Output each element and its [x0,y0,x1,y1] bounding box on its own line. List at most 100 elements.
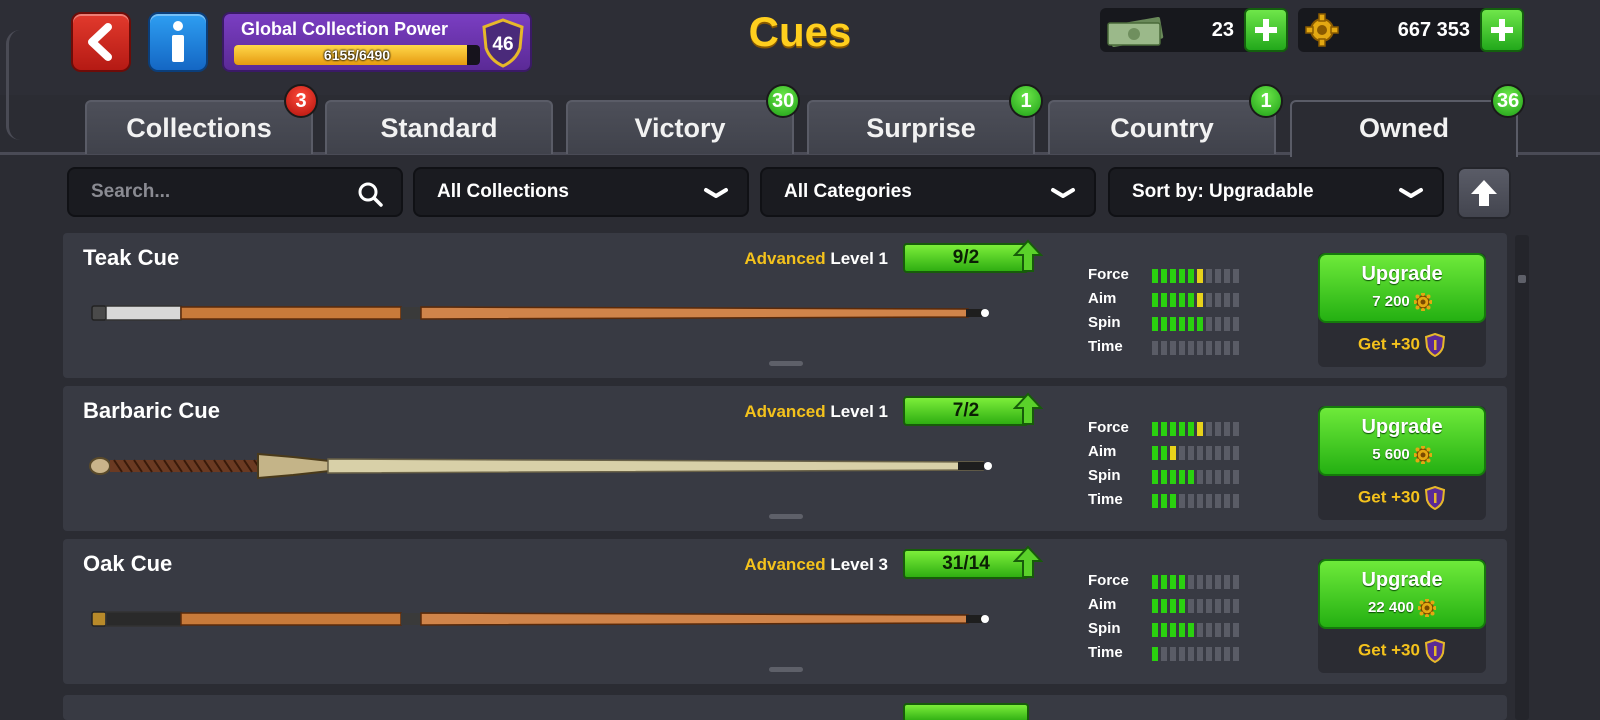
power-shield-icon [1424,485,1446,511]
stat-label-spin: Spin [1088,467,1121,484]
collection-power-panel[interactable]: Global Collection Power 6155/6490 46 [222,12,532,72]
upgrade-price: 22 400 [1320,599,1484,618]
rarity-label: Advanced [744,402,826,421]
stat-segment [1206,446,1212,460]
stat-segment [1233,494,1239,508]
stat-label-aim: Aim [1088,290,1117,307]
search-input[interactable]: Search... [91,169,170,215]
tab-standard[interactable]: Standard [325,100,553,154]
chevron-left-icon [88,23,112,61]
progress-bar-partial [903,703,1029,720]
stat-label-time: Time [1088,644,1123,661]
upgrade-button[interactable]: Upgrade 22 400 [1318,559,1486,629]
stat-segment [1170,647,1176,661]
stat-segment [1170,446,1176,460]
stat-bar [1152,623,1239,637]
upgrade-arrow-icon [1013,392,1043,425]
stat-segment [1179,599,1185,613]
cue-card[interactable]: Oak Cue Advanced Level 3 31/14 Force Aim Spin… [63,539,1507,684]
stat-segment [1215,494,1221,508]
stat-segment [1197,341,1203,355]
scrollbar-thumb[interactable] [1518,275,1526,283]
stat-segment [1152,575,1158,589]
categories-dropdown[interactable]: All Categories [760,167,1096,217]
stat-segment [1197,446,1203,460]
info-button[interactable] [148,12,208,72]
tab-owned[interactable]: Owned [1290,100,1518,157]
cue-card[interactable]: Teak Cue Advanced Level 1 9/2 Force Aim Spin T… [63,233,1507,378]
stat-segment [1161,599,1167,613]
stat-segment [1179,623,1185,637]
expand-handle[interactable] [769,361,803,366]
stat-segment [1161,317,1167,331]
cue-card[interactable]: Barbaric Cue Advanced Level 1 7/2 Force Aim S… [63,386,1507,531]
collections-dropdown-label: All Collections [437,181,569,202]
sort-direction-button[interactable] [1457,167,1511,219]
stat-label-force: Force [1088,572,1129,589]
tab-country[interactable]: Country [1048,100,1276,154]
add-cash-button[interactable] [1244,8,1288,52]
stat-segment [1161,341,1167,355]
stat-segment [1188,341,1194,355]
stat-segment [1197,269,1203,283]
upgrade-panel: Upgrade 5 600 Get +30 [1318,406,1486,520]
upgrade-panel: Upgrade 7 200 Get +30 [1318,253,1486,367]
search-icon [358,182,383,207]
stat-row-spin: Spin [1088,464,1308,488]
arrow-up-icon [1471,180,1497,206]
stat-segment [1152,317,1158,331]
stat-segment [1161,623,1167,637]
scrollbar[interactable] [1515,235,1529,720]
stat-segment [1206,422,1212,436]
cue-image [91,611,989,627]
stat-segment [1233,269,1239,283]
pieces-progress-bar: 9/2 [903,243,1029,273]
back-button[interactable] [71,12,131,72]
expand-handle[interactable] [769,667,803,672]
upgrade-button[interactable]: Upgrade 7 200 [1318,253,1486,323]
coin-icon [1417,599,1436,618]
tab-collections[interactable]: Collections [85,100,313,154]
sort-dropdown-label: Sort by: Upgradable [1132,181,1314,202]
plus-icon [1491,19,1513,41]
upgrade-price-value: 7 200 [1372,293,1410,310]
plus-icon [1255,19,1277,41]
cue-rarity-level: Advanced Level 3 [706,555,888,575]
stat-segment [1188,494,1194,508]
upgrade-arrow-icon [1013,239,1043,272]
stat-segment [1197,317,1203,331]
search-box[interactable]: Search... [67,167,403,217]
stat-segment [1170,623,1176,637]
stat-segment [1188,446,1194,460]
tab-surprise[interactable]: Surprise [807,100,1035,154]
stat-segment [1215,317,1221,331]
stat-label-aim: Aim [1088,596,1117,613]
collections-dropdown[interactable]: All Collections [413,167,749,217]
stat-row-spin: Spin [1088,617,1308,641]
stat-label-time: Time [1088,491,1123,508]
tab-victory[interactable]: Victory [566,100,794,154]
rarity-label: Advanced [744,249,826,268]
cue-name: Oak Cue [83,551,173,576]
cue-name: Teak Cue [83,245,180,270]
cue-stats: Force Aim Spin Time [1088,569,1308,665]
stat-segment [1161,269,1167,283]
tab-badge-surprise: 1 [1009,84,1043,118]
cue-rarity-level: Advanced Level 1 [706,249,888,269]
stat-segment [1224,446,1230,460]
stat-segment [1206,341,1212,355]
stat-row-time: Time [1088,335,1308,359]
expand-handle[interactable] [769,514,803,519]
stat-segment [1188,647,1194,661]
stat-segment [1179,293,1185,307]
stat-bar [1152,341,1239,355]
add-coins-button[interactable] [1480,8,1524,52]
stat-segment [1197,293,1203,307]
stat-segment [1233,446,1239,460]
tab-badge-country: 1 [1249,84,1283,118]
cue-card-partial[interactable] [63,695,1507,720]
stat-segment [1188,599,1194,613]
sort-dropdown[interactable]: Sort by: Upgradable [1108,167,1444,217]
stat-label-force: Force [1088,266,1129,283]
upgrade-button[interactable]: Upgrade 5 600 [1318,406,1486,476]
